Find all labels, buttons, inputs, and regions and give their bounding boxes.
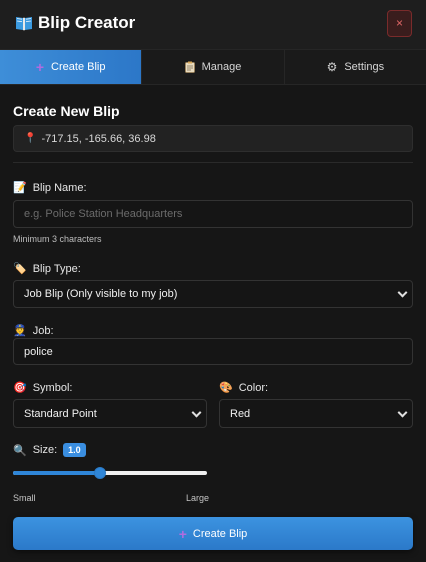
header-bar: Blip Creator ×	[0, 0, 426, 50]
size-max-label: Large	[186, 493, 210, 503]
color-selected: Red	[230, 407, 251, 420]
slider-fill	[13, 471, 101, 475]
tab-manage[interactable]: Manage	[142, 50, 285, 84]
tab-bar: + Create Blip Manage ⚙ Settings	[0, 50, 426, 85]
app-title: Blip Creator	[38, 13, 136, 32]
chevron-down-icon	[397, 407, 408, 418]
tab-label: Create Blip	[51, 61, 106, 73]
blip-type-select[interactable]: Job Blip (Only visible to my job)	[13, 280, 413, 308]
palette-icon: 🎨	[219, 382, 233, 394]
clipboard-icon	[184, 61, 195, 73]
officer-icon: 👮	[13, 325, 27, 337]
blip-type-label: 🏷️ Blip Type:	[13, 262, 81, 276]
target-icon: 🎯	[13, 382, 27, 394]
size-value-badge: 1.0	[63, 443, 86, 457]
blip-name-label: 📝 Blip Name:	[13, 181, 87, 195]
tab-create-blip[interactable]: + Create Blip	[0, 50, 143, 84]
job-value: police	[24, 345, 53, 358]
symbol-label-text: Symbol:	[32, 381, 73, 394]
blip-name-placeholder: e.g. Police Station Headquarters	[24, 208, 183, 220]
section-title: Create New Blip	[13, 103, 120, 119]
blip-name-input[interactable]: e.g. Police Station Headquarters	[13, 200, 413, 228]
plus-icon: +	[35, 59, 45, 75]
tab-label: Manage	[201, 61, 242, 73]
tab-settings[interactable]: ⚙ Settings	[284, 50, 426, 84]
job-label: 👮 Job:	[13, 324, 54, 338]
blip-type-selected: Job Blip (Only visible to my job)	[24, 288, 178, 300]
gear-icon: ⚙	[326, 60, 338, 74]
coordinates-value: -717.15, -165.66, 36.98	[41, 132, 156, 145]
blip-type-label-text: Blip Type:	[32, 262, 81, 275]
slider-thumb[interactable]	[94, 467, 107, 479]
size-slider[interactable]	[13, 467, 207, 479]
create-blip-button-label: Create Blip	[192, 527, 248, 540]
color-select[interactable]: Red	[219, 399, 413, 428]
color-label: 🎨 Color:	[219, 381, 269, 395]
coordinates-display: 📍 -717.15, -165.66, 36.98	[13, 125, 413, 152]
tag-icon: 🏷️	[13, 263, 27, 275]
chevron-down-icon	[191, 407, 202, 418]
memo-icon: 📝	[13, 182, 27, 194]
color-label-text: Color:	[238, 381, 269, 394]
symbol-select[interactable]: Standard Point	[13, 399, 207, 428]
pin-icon: 📍	[24, 133, 37, 144]
job-label-text: Job:	[32, 324, 54, 337]
size-label: 🔍 Size: 1.0	[13, 443, 86, 457]
chevron-down-icon	[397, 287, 408, 298]
book-icon	[16, 17, 32, 31]
blip-name-label-text: Blip Name:	[32, 181, 87, 194]
size-label-text: Size:	[32, 444, 58, 456]
tab-label: Settings	[344, 61, 385, 73]
symbol-label: 🎯 Symbol:	[13, 381, 73, 395]
blip-name-hint: Minimum 3 characters	[13, 234, 102, 244]
magnifier-icon: 🔍	[13, 444, 27, 457]
job-input[interactable]: police	[13, 338, 413, 365]
divider	[13, 162, 413, 163]
size-min-label: Small	[13, 493, 36, 503]
create-blip-button[interactable]: + Create Blip	[13, 517, 413, 550]
plus-icon: +	[178, 525, 187, 542]
symbol-selected: Standard Point	[24, 407, 97, 420]
close-button[interactable]: ×	[387, 10, 412, 37]
